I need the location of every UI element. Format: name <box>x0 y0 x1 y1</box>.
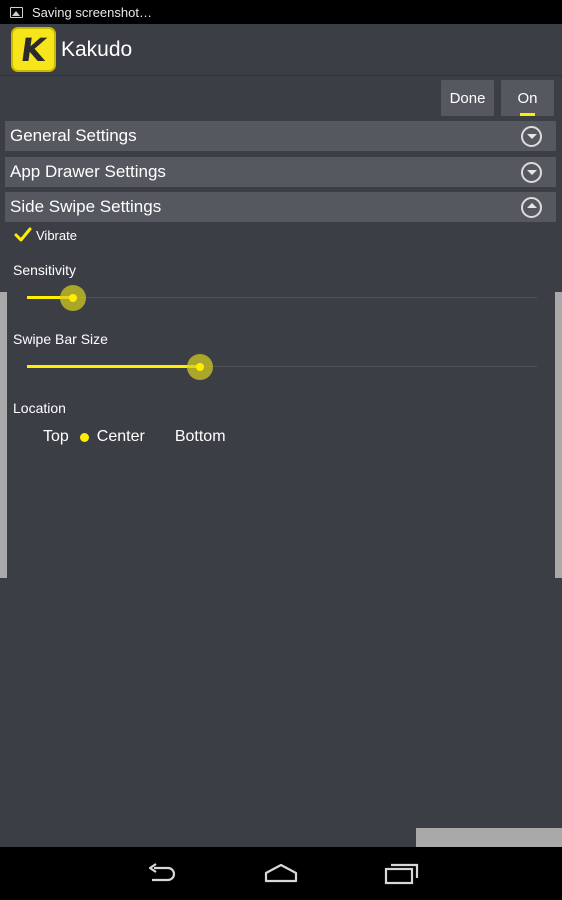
home-icon[interactable] <box>261 860 301 888</box>
vibrate-checkbox[interactable]: Vibrate <box>14 226 77 244</box>
expand-icon[interactable] <box>521 126 542 147</box>
section-general-settings[interactable]: General Settings <box>5 121 556 151</box>
swipe-bar-size-slider[interactable] <box>27 352 537 382</box>
done-button[interactable]: Done <box>441 80 494 116</box>
navigation-bar <box>0 847 562 900</box>
app-title: Kakudo <box>61 37 133 61</box>
location-option-bottom[interactable]: Bottom <box>175 428 226 446</box>
slider-thumb[interactable] <box>69 294 77 302</box>
status-bar: Saving screenshot… <box>0 0 562 24</box>
collapse-icon[interactable] <box>521 197 542 218</box>
option-label: Bottom <box>174 428 226 445</box>
back-icon[interactable] <box>142 860 182 888</box>
side-swipe-bar-left[interactable] <box>0 292 7 578</box>
recent-apps-icon[interactable] <box>381 860 421 888</box>
section-label: General Settings <box>10 126 137 145</box>
slider-thumb[interactable] <box>196 363 204 371</box>
checkmark-icon[interactable] <box>14 226 32 244</box>
location-option-top[interactable]: Top <box>43 428 69 446</box>
swipe-bar-size-label: Swipe Bar Size <box>13 331 108 347</box>
option-label: Center <box>96 428 145 445</box>
on-label: On <box>517 89 538 107</box>
on-toggle-button[interactable]: On <box>501 80 554 116</box>
slider-track <box>27 297 537 298</box>
expand-icon[interactable] <box>521 162 542 183</box>
section-label: Side Swipe Settings <box>10 197 162 216</box>
on-indicator <box>520 113 535 116</box>
option-label: Top <box>43 428 69 445</box>
section-side-swipe-settings[interactable]: Side Swipe Settings <box>5 192 556 222</box>
app-logo[interactable]: K <box>11 27 56 72</box>
side-swipe-bar-right[interactable] <box>555 292 562 578</box>
app-logo-letter: K <box>18 30 49 69</box>
location-label: Location <box>13 400 66 416</box>
status-text: Saving screenshot… <box>32 4 152 20</box>
section-label: App Drawer Settings <box>10 162 166 181</box>
sensitivity-label: Sensitivity <box>13 262 77 278</box>
slider-fill <box>27 365 200 368</box>
vibrate-label: Vibrate <box>36 227 77 243</box>
sensitivity-slider[interactable] <box>27 283 537 313</box>
location-radio-group: Top Center Bottom <box>43 426 226 448</box>
bottom-swipe-bar[interactable] <box>416 828 562 847</box>
action-bar: K Kakudo <box>0 24 562 76</box>
section-app-drawer-settings[interactable]: App Drawer Settings <box>5 157 556 187</box>
image-icon <box>10 6 23 18</box>
location-option-center[interactable]: Center <box>69 428 145 446</box>
radio-selected-icon <box>79 432 89 442</box>
